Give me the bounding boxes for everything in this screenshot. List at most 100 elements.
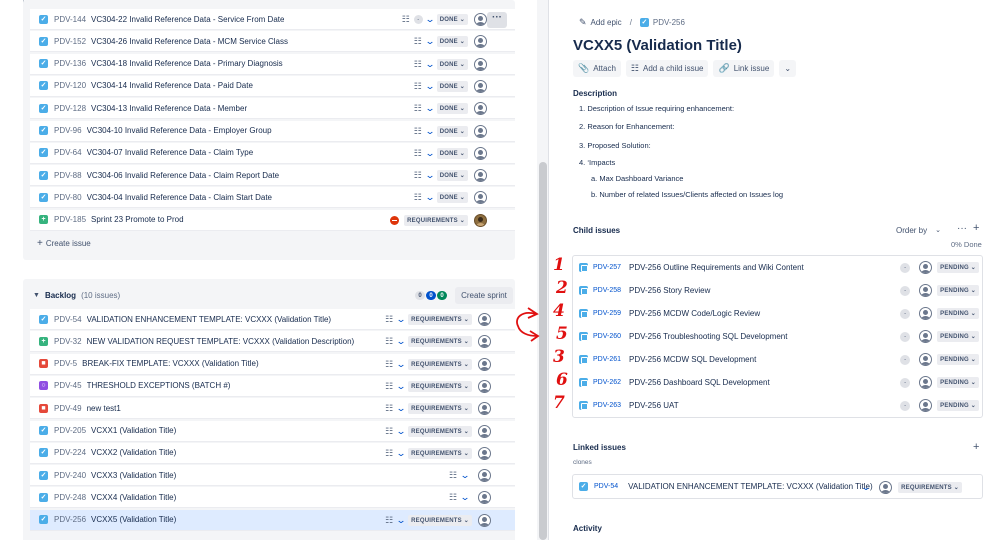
issue-key[interactable]: PDV-224	[54, 448, 86, 457]
child-issue-row[interactable]: PDV-258 PDV-256 Story Review - PENDING ⌄	[573, 279, 982, 302]
user-avatar-icon[interactable]	[478, 313, 491, 326]
child-issue-summary[interactable]: PDV-256 Outline Requirements and Wiki Co…	[629, 263, 804, 272]
status-badge[interactable]: REQUIREMENTS ⌄	[408, 380, 472, 392]
child-issue-row[interactable]: PDV-259 PDV-256 MCDW Code/Logic Review - PE…	[573, 302, 982, 325]
issue-key[interactable]: PDV-128	[54, 104, 86, 113]
child-issue-key[interactable]: PDV-257	[593, 264, 625, 271]
issue-summary[interactable]: VC304-26 Invalid Reference Data - MCM Se…	[91, 37, 288, 46]
issue-key[interactable]: PDV-5	[54, 359, 77, 368]
issue-summary[interactable]: VCXX3 (Validation Title)	[91, 471, 176, 480]
child-issue-summary[interactable]: PDV-256 Troubleshooting SQL Development	[629, 332, 787, 341]
issue-row[interactable]: + PDV-185 Sprint 23 Promote to Prod REQUIRE…	[30, 209, 515, 231]
issue-key[interactable]: PDV-144	[54, 15, 86, 24]
user-avatar-icon[interactable]	[474, 79, 487, 93]
issue-key[interactable]: PDV-80	[54, 193, 82, 202]
status-badge[interactable]: PENDING ⌄	[937, 308, 979, 319]
status-badge[interactable]: REQUIREMENTS ⌄	[408, 314, 472, 325]
issue-row[interactable]: ■ PDV-49 new test1 ☷ ⌄ REQUIREMENTS ⌄	[30, 398, 515, 420]
issue-key[interactable]: PDV-120	[54, 81, 86, 90]
add-child-icon[interactable]: +	[973, 222, 979, 234]
issue-row[interactable]: ✓ PDV-80 VC304-04 Invalid Reference Data -…	[30, 187, 515, 209]
issue-row[interactable]: ✓ PDV-88 VC304-06 Invalid Reference Data -…	[30, 165, 515, 187]
user-avatar-icon[interactable]	[478, 402, 491, 416]
attach-button[interactable]: 📎 Attach	[573, 60, 621, 77]
status-badge[interactable]: REQUIREMENTS ⌄	[408, 358, 472, 370]
issue-key[interactable]: PDV-32	[54, 337, 82, 346]
issue-summary[interactable]: VCXX1 (Validation Title)	[91, 426, 176, 435]
issue-key[interactable]: PDV-54	[54, 315, 82, 324]
status-badge[interactable]: PENDING ⌄	[937, 400, 979, 411]
create-sprint-button[interactable]: Create sprint	[455, 287, 513, 304]
user-avatar-icon[interactable]	[478, 491, 491, 505]
issue-summary[interactable]: VC304-22 Invalid Reference Data - Servic…	[91, 15, 284, 24]
issue-summary[interactable]: new test1	[87, 404, 121, 413]
user-avatar-icon[interactable]	[919, 330, 933, 343]
issue-row[interactable]: ✓ PDV-54 VALIDATION ENHANCEMENT TEMPLATE: …	[30, 309, 515, 330]
issue-row[interactable]: ✓ PDV-136 VC304-18 Invalid Reference Data …	[30, 53, 515, 75]
user-avatar-icon[interactable]	[919, 307, 933, 320]
create-issue-button[interactable]: + Create issue	[37, 238, 91, 249]
child-issue-summary[interactable]: PDV-256 Story Review	[629, 286, 710, 295]
issue-key[interactable]: PDV-96	[54, 126, 82, 135]
status-badge[interactable]: REQUIREMENTS ⌄	[408, 447, 472, 459]
issue-summary[interactable]: VALIDATION ENHANCEMENT TEMPLATE: VCXXX (…	[87, 315, 332, 324]
issue-key[interactable]: PDV-240	[54, 471, 86, 480]
status-badge[interactable]: PENDING ⌄	[937, 331, 979, 342]
status-badge[interactable]: REQUIREMENTS ⌄	[408, 514, 472, 526]
status-badge[interactable]: DONE ⌄	[436, 147, 468, 159]
issue-key[interactable]: PDV-248	[54, 493, 86, 502]
user-avatar-icon[interactable]	[474, 35, 487, 49]
add-child-issue-button[interactable]: ☷ Add a child issue	[625, 60, 709, 77]
status-badge[interactable]: PENDING ⌄	[937, 377, 979, 388]
issue-summary[interactable]: VCXX5 (Validation Title)	[91, 515, 176, 524]
user-avatar-icon[interactable]	[919, 353, 933, 366]
issue-row[interactable]: ✓ PDV-96 VC304-10 Invalid Reference Data -…	[30, 120, 515, 142]
child-issue-key[interactable]: PDV-259	[593, 310, 625, 317]
scrollbar-thumb[interactable]	[539, 162, 547, 540]
issue-row[interactable]: ✓ PDV-248 VCXX4 (Validation Title) ☷ ⌄	[30, 487, 515, 509]
add-link-icon[interactable]: +	[973, 441, 979, 453]
issue-key[interactable]: PDV-64	[54, 148, 82, 157]
issue-summary[interactable]: THRESHOLD EXCEPTIONS (BATCH #)	[87, 381, 231, 390]
backlog-header[interactable]: ▼ Backlog (10 issues)	[33, 291, 120, 300]
add-epic-link[interactable]: Add epic	[591, 18, 622, 27]
user-avatar-icon[interactable]	[478, 335, 491, 349]
issue-key[interactable]: PDV-256	[54, 515, 86, 524]
issue-summary[interactable]: Sprint 23 Promote to Prod	[91, 215, 184, 224]
user-avatar-icon[interactable]	[474, 124, 487, 138]
issue-key[interactable]: PDV-152	[54, 37, 86, 46]
child-issue-row[interactable]: PDV-261 PDV-256 MCDW SQL Development - PEND…	[573, 348, 982, 371]
issue-row[interactable]: ✓ PDV-205 VCXX1 (Validation Title) ☷ ⌄ REQUIR…	[30, 420, 515, 442]
user-avatar-icon[interactable]	[474, 146, 487, 160]
user-avatar-icon[interactable]	[478, 446, 491, 460]
status-badge[interactable]: PENDING ⌄	[937, 354, 979, 365]
child-issue-summary[interactable]: PDV-256 MCDW Code/Logic Review	[629, 309, 760, 318]
child-issue-row[interactable]: PDV-257 PDV-256 Outline Requirements and …	[573, 256, 982, 279]
status-badge[interactable]: REQUIREMENTS ⌄	[898, 482, 962, 493]
user-avatar-icon[interactable]	[474, 13, 487, 26]
issue-summary[interactable]: VCXX2 (Validation Title)	[91, 448, 176, 457]
breadcrumb-issue-key[interactable]: PDV-256	[653, 18, 685, 27]
more-icon[interactable]: ···	[957, 223, 967, 234]
status-badge[interactable]: DONE ⌄	[436, 170, 468, 182]
issue-summary[interactable]: VC304-13 Invalid Reference Data - Member	[91, 104, 247, 113]
user-avatar-icon[interactable]	[478, 469, 491, 483]
issue-row[interactable]: + PDV-32 NEW VALIDATION REQUEST TEMPLATE: …	[30, 331, 515, 353]
issue-summary[interactable]: VC304-06 Invalid Reference Data - Claim …	[87, 171, 280, 180]
issue-key[interactable]: PDV-45	[54, 381, 82, 390]
user-avatar-icon[interactable]	[478, 513, 491, 527]
linked-issue-summary[interactable]: VALIDATION ENHANCEMENT TEMPLATE: VCXXX (…	[628, 482, 873, 491]
issue-summary[interactable]: NEW VALIDATION REQUEST TEMPLATE: VCXXX (…	[87, 337, 355, 346]
issue-row[interactable]: ✓ PDV-120 VC304-14 Invalid Reference Data …	[30, 75, 515, 97]
status-badge[interactable]: REQUIREMENTS ⌄	[408, 425, 472, 437]
child-issue-key[interactable]: PDV-258	[593, 287, 625, 294]
user-avatar-icon[interactable]	[474, 57, 487, 71]
child-issue-summary[interactable]: PDV-256 MCDW SQL Development	[629, 355, 756, 364]
user-avatar-icon[interactable]	[919, 399, 933, 412]
issue-key[interactable]: PDV-205	[54, 426, 86, 435]
issue-row[interactable]: ✓ PDV-144 VC304-22 Invalid Reference Data …	[30, 9, 515, 30]
user-avatar-icon[interactable]	[478, 424, 491, 438]
more-actions-button[interactable]: ⌄	[779, 60, 797, 77]
issue-summary[interactable]: VC304-10 Invalid Reference Data - Employ…	[87, 126, 272, 135]
issue-summary[interactable]: BREAK-FIX TEMPLATE: VCXXX (Validation Ti…	[82, 359, 259, 368]
